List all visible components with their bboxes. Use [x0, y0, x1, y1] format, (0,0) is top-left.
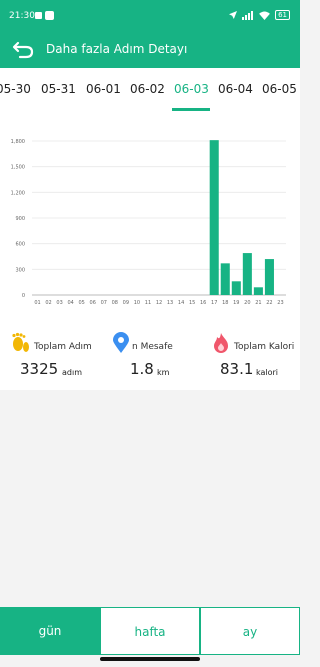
date-item[interactable]: 05-31 — [41, 82, 76, 96]
x-tick-label: 14 — [178, 300, 184, 306]
x-tick-label: 11 — [145, 300, 151, 306]
x-tick-label: 03 — [56, 300, 62, 306]
x-tick-label: 23 — [277, 300, 283, 306]
y-tick-label: 0 — [22, 293, 25, 299]
date-selector: 05-30 05-31 06-01 06-02 06-03 06-04 06-0… — [0, 68, 300, 113]
chart-bar — [209, 140, 219, 295]
y-tick-label: 600 — [15, 242, 25, 248]
x-tick-label: 10 — [134, 300, 140, 306]
steps-chart-panel: 0 300 600 900 1,200 1,500 1,800 01 02 03 04 05 06 07 0… — [0, 112, 300, 320]
notification-icon — [35, 12, 42, 19]
period-tabs: gün hafta ay — [0, 607, 300, 655]
x-tick-label: 20 — [244, 300, 250, 306]
total-steps-label: Toplam Adım — [34, 342, 92, 352]
date-item[interactable]: 06-01 — [86, 82, 121, 96]
chart-bar — [242, 253, 252, 295]
total-steps-unit: adım — [62, 368, 82, 377]
y-tick-label: 900 — [15, 216, 25, 222]
calories-unit: kalori — [256, 368, 279, 377]
x-tick-label: 19 — [233, 300, 239, 306]
battery-icon: 61 — [275, 10, 290, 20]
app-notification-icon — [45, 11, 54, 20]
total-steps-value: 3325 — [20, 360, 59, 378]
signal-icon — [242, 10, 254, 20]
chart-bar — [220, 263, 230, 295]
page-title: Daha fazla Adım Detayı — [46, 42, 188, 56]
distance-label: n Mesafe — [132, 342, 173, 352]
x-tick-label: 21 — [255, 300, 261, 306]
selected-date-indicator — [172, 108, 210, 111]
hourly-steps-chart: 0 300 600 900 1,200 1,500 1,800 01 02 03 04 05 06 07 0… — [11, 139, 286, 306]
app-bar: Daha fazla Adım Detayı — [0, 32, 300, 68]
footprints-icon — [12, 332, 29, 352]
x-tick-label: 05 — [79, 300, 85, 306]
flame-icon — [214, 333, 228, 353]
x-tick-label: 15 — [189, 300, 195, 306]
date-item[interactable]: 06-02 — [130, 82, 165, 96]
date-item-selected[interactable]: 06-03 — [174, 82, 209, 96]
back-arrow-icon[interactable] — [12, 39, 36, 61]
tab-month[interactable]: ay — [200, 607, 300, 655]
tab-day[interactable]: gün — [0, 607, 100, 655]
chart-bar — [253, 287, 263, 295]
distance-value: 1.8 — [130, 360, 154, 378]
x-tick-label: 06 — [90, 300, 96, 306]
y-tick-label: 300 — [15, 267, 25, 273]
x-tick-label: 02 — [45, 300, 51, 306]
home-indicator — [100, 657, 200, 661]
x-tick-label: 12 — [156, 300, 162, 306]
date-item[interactable]: 06-05 — [262, 82, 297, 96]
x-tick-label: 09 — [123, 300, 129, 306]
x-tick-label: 07 — [101, 300, 107, 306]
x-tick-label: 01 — [34, 300, 40, 306]
y-tick-label: 1,500 — [11, 165, 25, 171]
wifi-icon — [259, 10, 270, 20]
date-item[interactable]: 06-04 — [218, 82, 253, 96]
tab-week[interactable]: hafta — [100, 607, 200, 655]
distance-unit: km — [157, 368, 170, 377]
summary-stats: Toplam Adım 3325 adım n Mesafe 1.8 km To… — [0, 320, 300, 390]
x-tick-label: 16 — [200, 300, 206, 306]
map-pin-icon — [113, 332, 129, 353]
location-arrow-icon — [229, 11, 238, 19]
x-tick-label: 04 — [67, 300, 73, 306]
x-tick-label: 18 — [222, 300, 228, 306]
date-item[interactable]: 05-30 — [0, 82, 31, 96]
x-tick-label: 17 — [211, 300, 217, 306]
x-tick-label: 13 — [167, 300, 173, 306]
chart-bar — [264, 259, 274, 295]
x-tick-label: 22 — [266, 300, 272, 306]
chart-bar — [231, 281, 241, 295]
calories-label: Toplam Kalori — [234, 342, 295, 352]
x-tick-label: 08 — [112, 300, 118, 306]
calories-value: 83.1 — [220, 360, 254, 378]
status-time: 21:30 — [9, 11, 35, 21]
y-tick-label: 1,800 — [11, 139, 25, 145]
y-tick-label: 1,200 — [11, 190, 25, 196]
status-bar: 21:30 61 — [0, 0, 300, 32]
